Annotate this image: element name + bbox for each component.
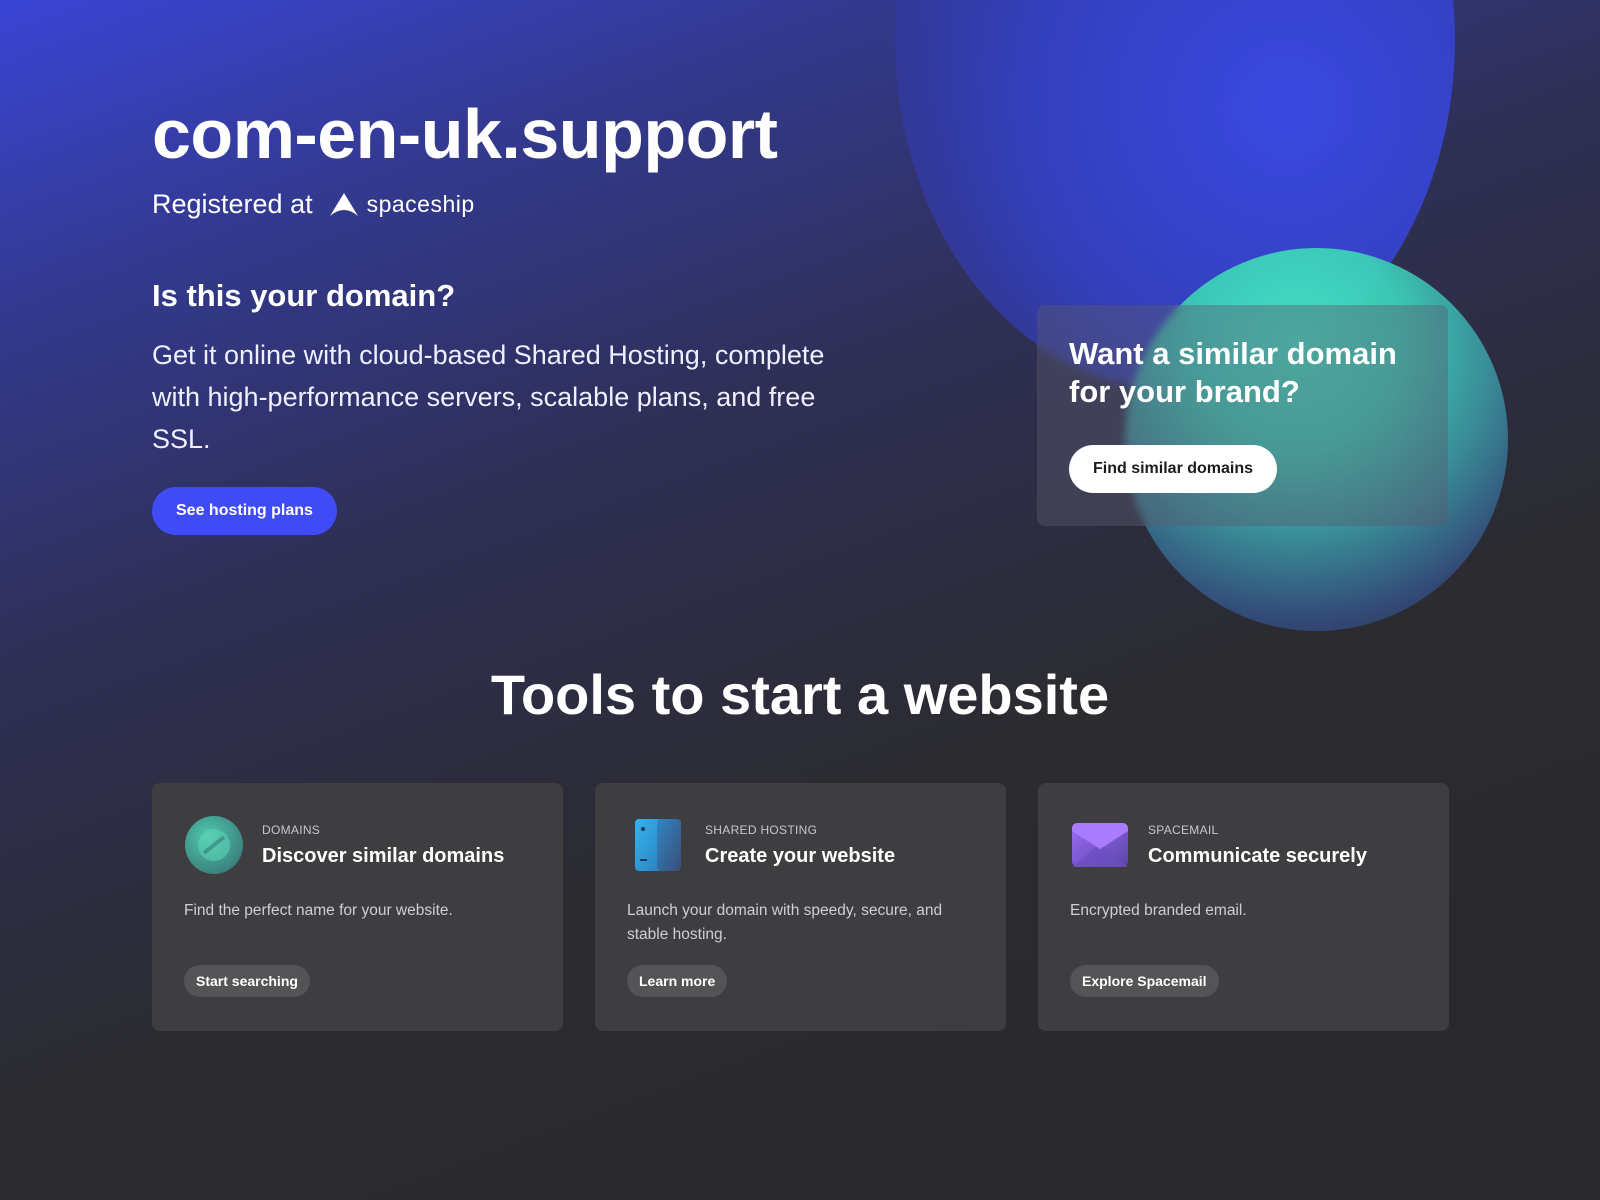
- tool-card-domains: DOMAINS Discover similar domains Find th…: [152, 783, 563, 1031]
- spaceship-logo[interactable]: spaceship: [329, 191, 475, 218]
- card-header: SHARED HOSTING Create your website: [627, 815, 974, 875]
- domains-icon: [185, 816, 243, 874]
- server-icon: [635, 819, 681, 871]
- spaceship-logo-icon: [329, 192, 358, 216]
- card-category: SHARED HOSTING: [705, 822, 818, 837]
- domain-title: com-en-uk.support: [152, 95, 778, 173]
- learn-more-button[interactable]: Learn more: [627, 965, 728, 997]
- tools-section-title: Tools to start a website: [490, 663, 1110, 726]
- registered-label: Registered at: [152, 189, 313, 219]
- similar-domain-title: Want a similar domain for your brand?: [1069, 336, 1397, 409]
- card-description: Find the perfect name for your website.: [184, 902, 453, 919]
- see-hosting-plans-button[interactable]: See hosting plans: [152, 487, 337, 535]
- page: com-en-uk.support Registered at spaceshi…: [0, 0, 1600, 1200]
- card-category: SPACEMAIL: [1148, 822, 1219, 837]
- card-description: Launch your domain with speedy, secure, …: [627, 902, 943, 943]
- domain-question: Is this your domain?: [152, 278, 456, 313]
- card-title: Communicate securely: [1148, 844, 1367, 867]
- mail-icon: [1072, 823, 1128, 867]
- start-searching-button[interactable]: Start searching: [184, 965, 310, 997]
- card-header: SPACEMAIL Communicate securely: [1070, 815, 1417, 875]
- tool-card-hosting: SHARED HOSTING Create your website Launc…: [595, 783, 1006, 1031]
- hero-section: com-en-uk.support Registered at spaceshi…: [152, 96, 872, 535]
- similar-domain-card: Want a similar domain for your brand? Fi…: [1037, 305, 1448, 526]
- card-header: DOMAINS Discover similar domains: [184, 815, 531, 875]
- registrar-line: Registered at spaceship: [152, 189, 872, 220]
- explore-spacemail-button[interactable]: Explore Spacemail: [1070, 965, 1219, 997]
- tool-card-spacemail: SPACEMAIL Communicate securely Encrypted…: [1038, 783, 1449, 1031]
- card-title: Discover similar domains: [262, 844, 505, 867]
- card-description: Encrypted branded email.: [1070, 902, 1247, 919]
- find-similar-domains-button[interactable]: Find similar domains: [1069, 445, 1278, 493]
- brand-name: spaceship: [366, 191, 475, 217]
- tools-cards: DOMAINS Discover similar domains Find th…: [152, 783, 1449, 1031]
- card-title: Create your website: [705, 844, 896, 867]
- card-category: DOMAINS: [262, 822, 321, 837]
- hosting-description: Get it online with cloud-based Shared Ho…: [152, 340, 825, 454]
